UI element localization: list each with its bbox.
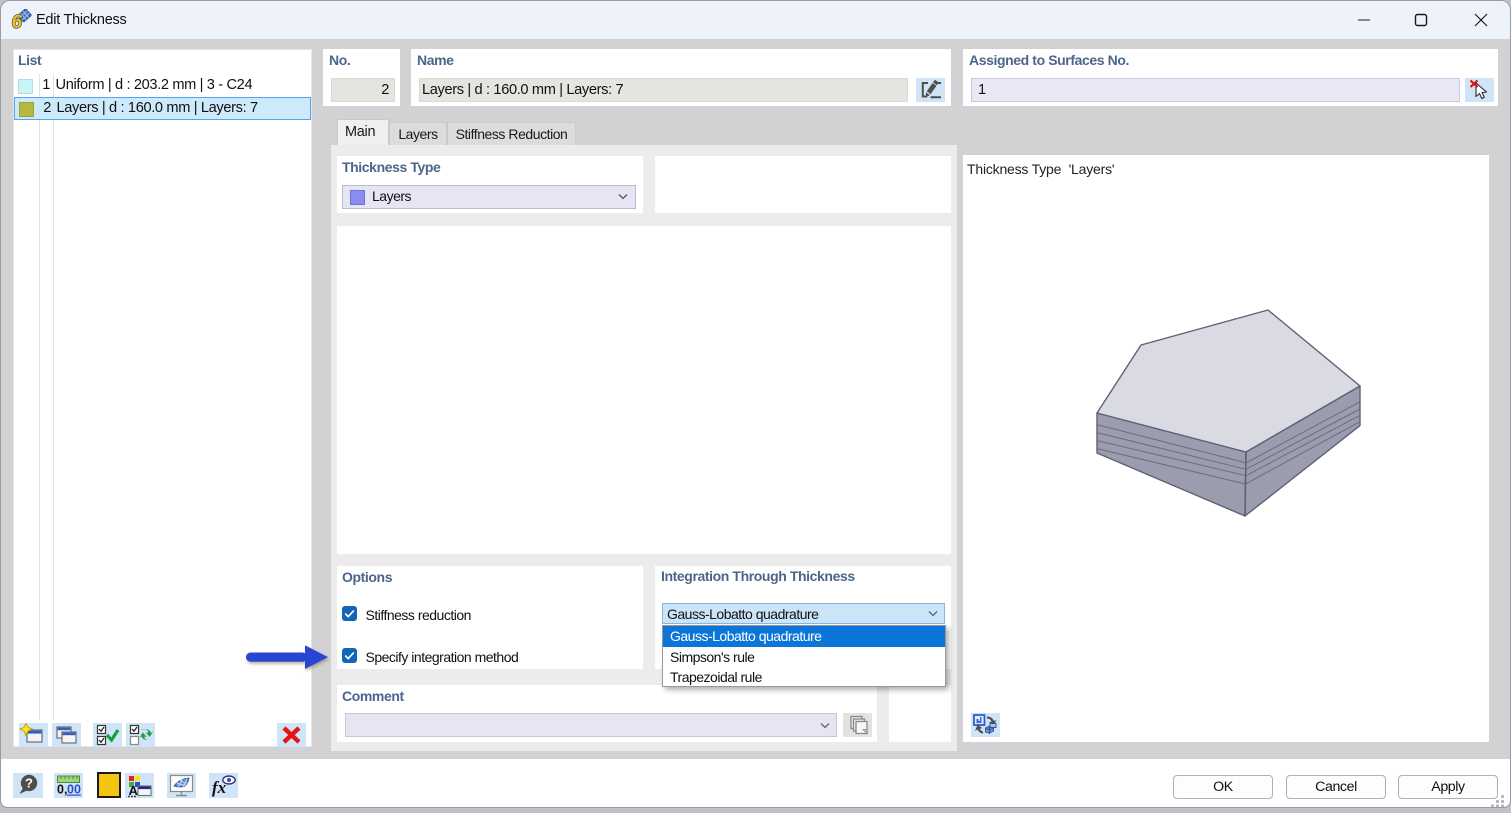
svg-text:00: 00 [67, 783, 81, 797]
svg-text:?: ? [25, 776, 33, 791]
svg-text:0: 0 [57, 783, 64, 797]
svg-text:A: A [129, 783, 139, 798]
svg-text:6: 6 [12, 12, 23, 31]
